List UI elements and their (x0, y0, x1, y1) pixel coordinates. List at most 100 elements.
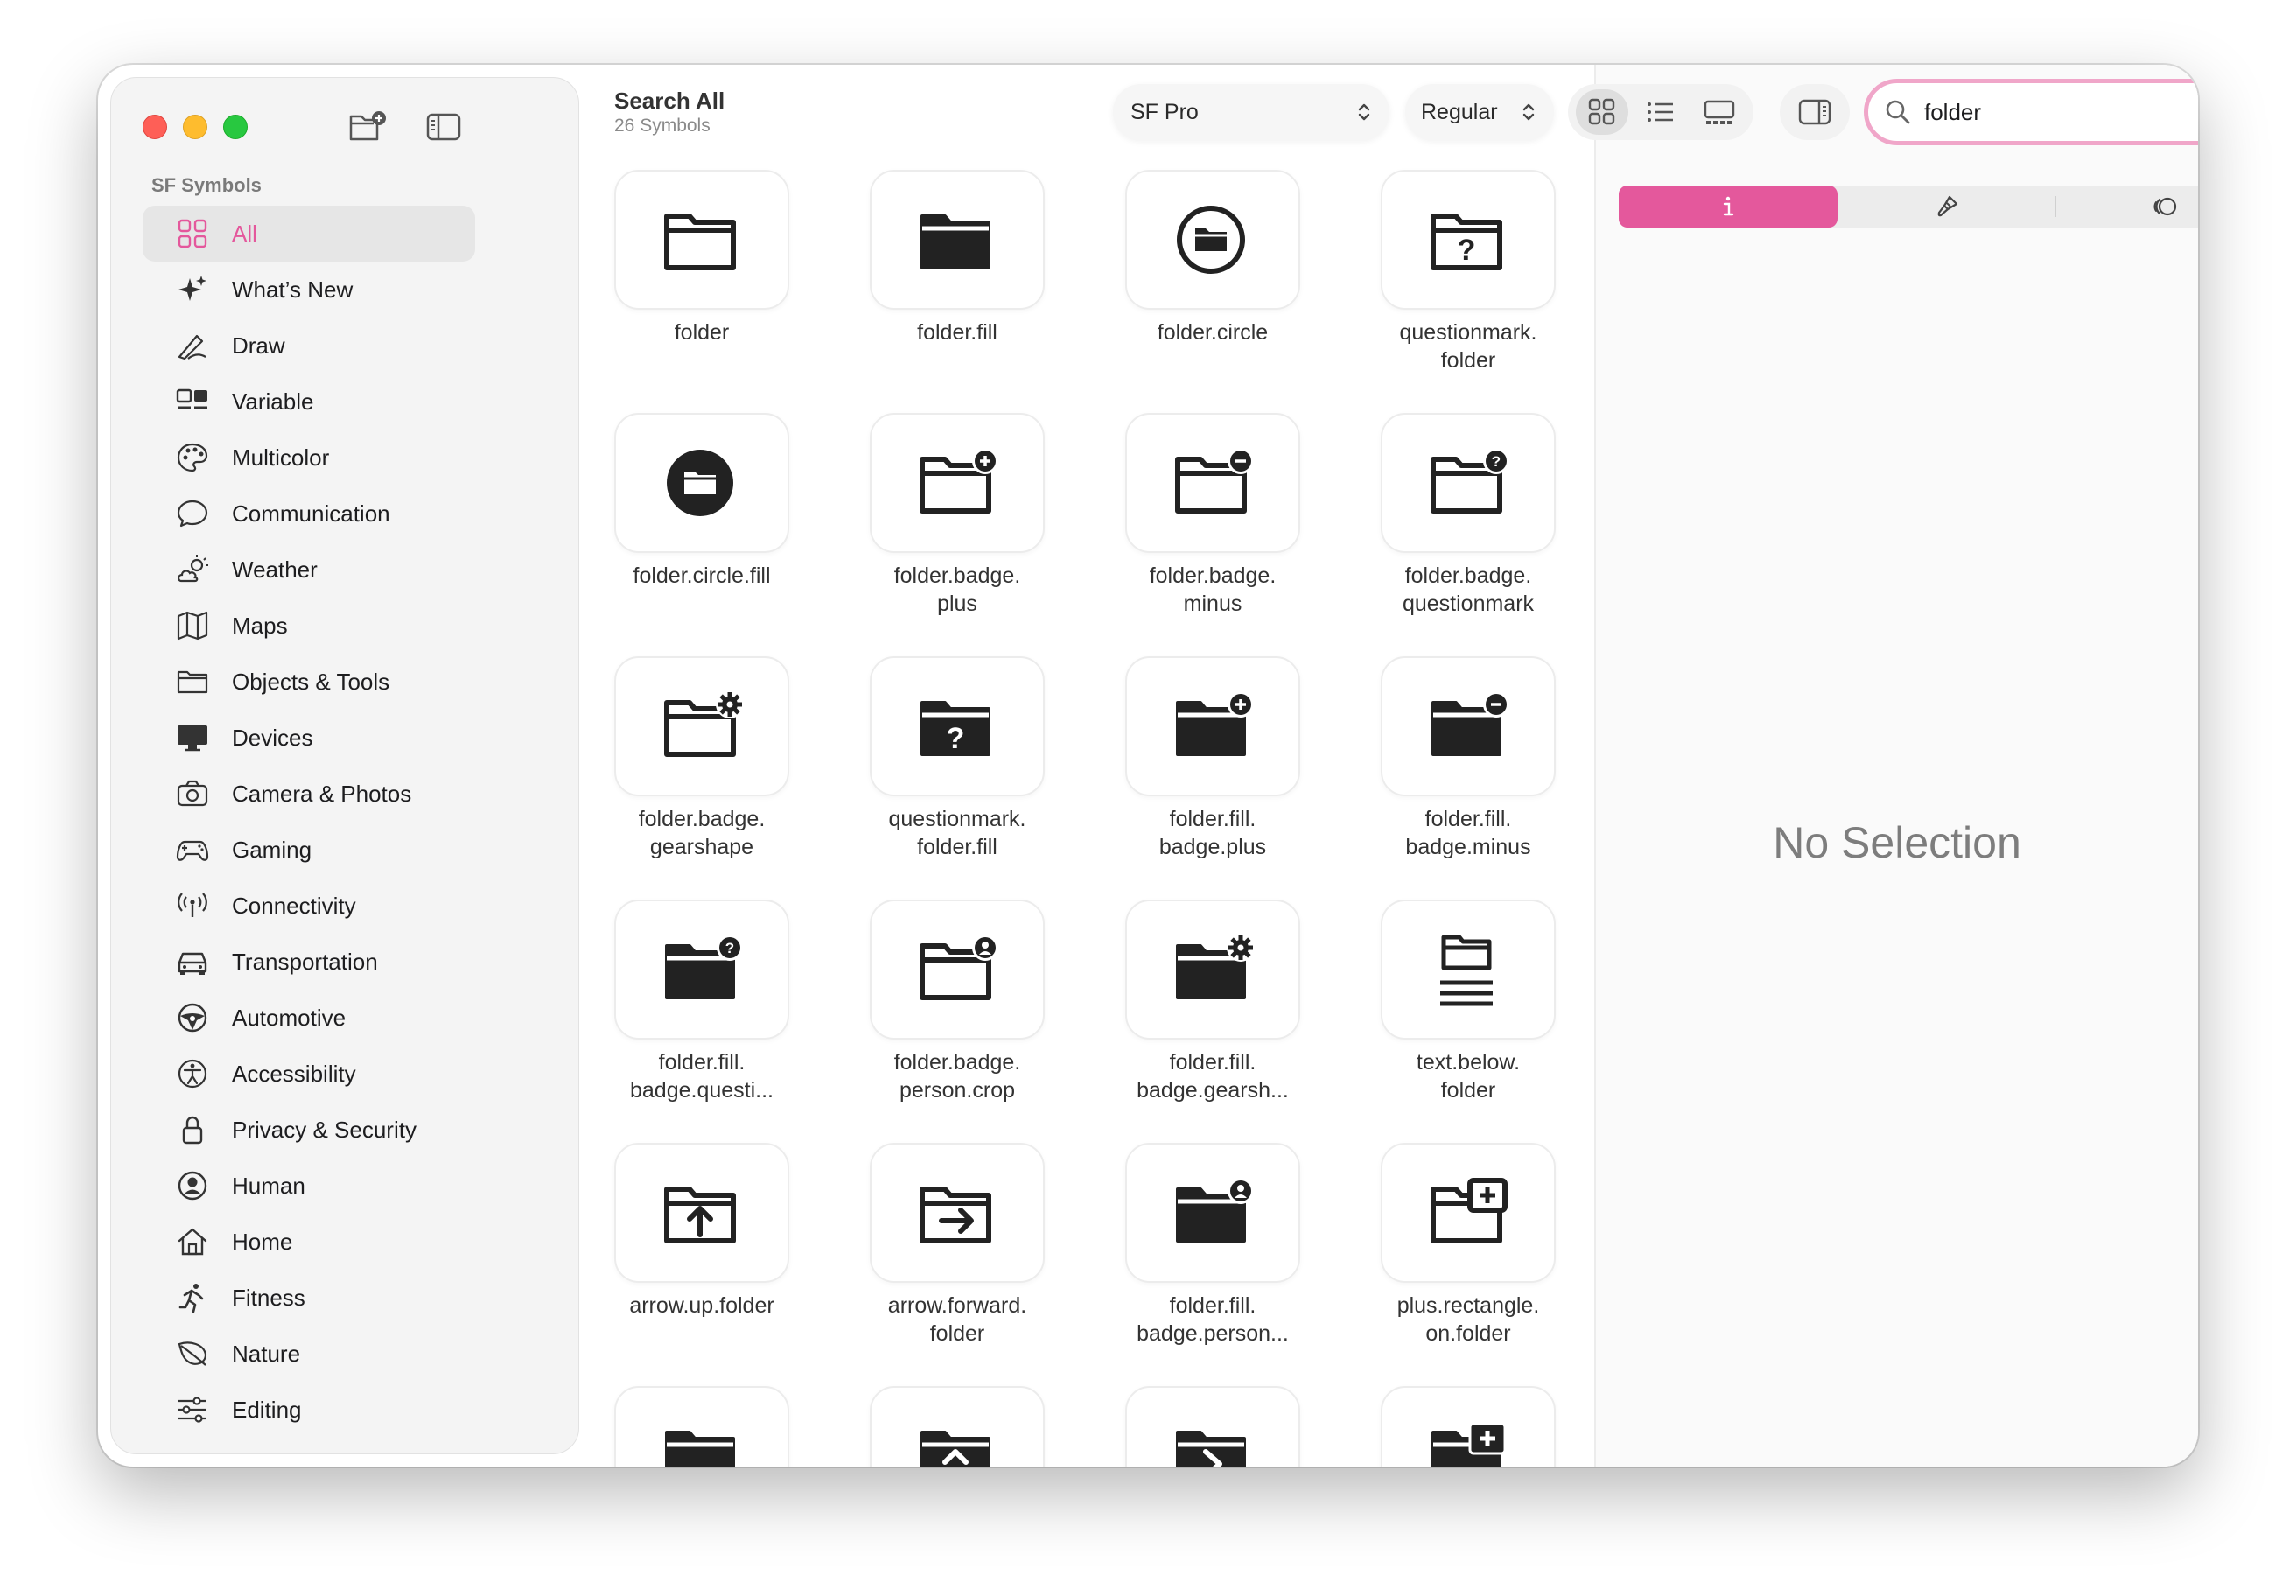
symbol-tile[interactable] (870, 170, 1045, 310)
search-input[interactable] (1924, 98, 2198, 126)
symbol-cell[interactable]: ? questionmark. folder.fill (870, 656, 1045, 861)
sidebar-item-human[interactable]: Human (143, 1158, 475, 1214)
symbol-cell[interactable]: folder.badge. minus (1125, 413, 1300, 618)
symbol-cell[interactable] (1381, 1386, 1556, 1466)
sidebar-item-devices[interactable]: Devices (143, 710, 475, 766)
sidebar-item-home[interactable]: Home (143, 1214, 475, 1270)
symbol-cell[interactable]: folder.badge. gearshape (614, 656, 789, 861)
symbol-cell[interactable]: ? folder.fill. badge.questi... (614, 900, 789, 1104)
symbol-tile[interactable]: ? (1381, 170, 1556, 310)
symbol-name: folder.badge. questionmark (1402, 564, 1535, 616)
symbol-cell[interactable]: folder.fill. badge.gearsh... (1125, 900, 1300, 1104)
symbol-name: folder.badge. gearshape (638, 807, 766, 859)
sidebar-item-nature[interactable]: Nature (143, 1326, 475, 1382)
chevron-up-down-icon (1358, 103, 1370, 121)
tab-variable[interactable] (2056, 186, 2198, 228)
sidebar-item-objects-tools[interactable]: Objects & Tools (143, 654, 475, 710)
symbol-cell[interactable]: folder (614, 170, 789, 346)
symbol-cell[interactable]: folder.badge. person.crop (870, 900, 1045, 1104)
questionmark-folder-fill-icon: ? (920, 701, 990, 756)
sidebar-item-what-s-new[interactable]: What’s New (143, 262, 475, 318)
new-collection-button[interactable] (347, 108, 389, 146)
symbol-cell[interactable]: folder.badge. plus (870, 413, 1045, 618)
close-window-button[interactable] (143, 115, 167, 139)
weight-select[interactable]: Regular (1405, 84, 1554, 140)
sidebar-item-all[interactable]: All (143, 206, 475, 262)
symbol-tile[interactable] (614, 1143, 789, 1283)
symbol-cell[interactable]: folder.fill. badge.plus (1125, 656, 1300, 861)
sidebar-item-draw[interactable]: Draw (143, 318, 475, 374)
symbol-cell[interactable]: ? questionmark. folder (1381, 170, 1556, 374)
symbol-cell[interactable]: ? folder.badge. questionmark (1381, 413, 1556, 618)
symbol-tile[interactable]: ? (1381, 413, 1556, 553)
sidebar-item-text-formatting[interactable]: Aa Text Formatting (143, 1438, 475, 1454)
zoom-window-button[interactable] (223, 115, 248, 139)
arrow-forward-folder-fill-icon (1176, 1431, 1246, 1466)
list-view-button[interactable] (1634, 89, 1687, 135)
toggle-sidebar-button[interactable] (423, 108, 465, 146)
symbol-tile[interactable] (1381, 1143, 1556, 1283)
search-field[interactable] (1864, 79, 2198, 145)
sidebar-item-weather[interactable]: Weather (143, 542, 475, 598)
symbol-cell[interactable]: text.below. folder (1381, 900, 1556, 1104)
grid-view-button[interactable] (1576, 89, 1629, 135)
sidebar-section-title: SF Symbols (151, 174, 262, 196)
symbol-tile[interactable] (614, 1386, 789, 1466)
tab-rendering[interactable] (1838, 186, 2056, 228)
symbol-cell[interactable] (870, 1386, 1045, 1466)
symbol-tile[interactable] (1125, 1386, 1300, 1466)
symbol-tile[interactable] (614, 170, 789, 310)
sidebar-item-maps[interactable]: Maps (143, 598, 475, 654)
sidebar-item-editing[interactable]: Editing (143, 1382, 475, 1438)
gallery-view-button[interactable] (1693, 89, 1746, 135)
symbol-tile[interactable] (1125, 900, 1300, 1040)
symbol-cell[interactable]: folder.fill (870, 170, 1045, 346)
symbol-tile[interactable] (870, 900, 1045, 1040)
sidebar-item-connectivity[interactable]: Connectivity (143, 878, 475, 934)
symbol-tile[interactable] (1125, 170, 1300, 310)
sidebar-item-privacy-security[interactable]: Privacy & Security (143, 1102, 475, 1158)
symbol-tile[interactable] (1125, 656, 1300, 796)
sidebar-item-camera-photos[interactable]: Camera & Photos (143, 766, 475, 822)
symbol-tile[interactable] (870, 1143, 1045, 1283)
symbol-cell[interactable]: arrow.forward. folder (870, 1143, 1045, 1348)
sidebar-item-automotive[interactable]: Automotive (143, 990, 475, 1046)
tab-info[interactable] (1619, 186, 1838, 228)
symbol-cell[interactable]: folder.circle.fill (614, 413, 789, 590)
sidebar-item-fitness[interactable]: Fitness (143, 1270, 475, 1326)
search-icon (1886, 100, 1910, 124)
sidebar-item-transportation[interactable]: Transportation (143, 934, 475, 990)
font-select[interactable]: SF Pro (1113, 84, 1390, 140)
symbol-cell[interactable]: folder.fill. badge.person... (1125, 1143, 1300, 1348)
symbol-cell[interactable]: arrow.up.folder (614, 1143, 789, 1320)
minimize-window-button[interactable] (183, 115, 207, 139)
symbol-tile[interactable] (614, 413, 789, 553)
symbol-cell[interactable]: plus.rectangle. on.folder (1381, 1143, 1556, 1348)
sidebar-item-label: Camera & Photos (232, 780, 412, 807)
sidebar-item-label: Communication (232, 500, 390, 527)
symbol-tile[interactable] (1125, 413, 1300, 553)
svg-text:?: ? (1458, 234, 1476, 267)
symbol-tile[interactable] (1381, 656, 1556, 796)
symbol-tile[interactable] (870, 1386, 1045, 1466)
symbol-cell[interactable] (614, 1386, 789, 1466)
list-icon (1647, 102, 1673, 122)
sidebar-item-gaming[interactable]: Gaming (143, 822, 475, 878)
sidebar-item-accessibility[interactable]: Accessibility (143, 1046, 475, 1102)
symbol-tile[interactable] (1381, 900, 1556, 1040)
sidebar-item-variable[interactable]: Variable (143, 374, 475, 430)
symbol-tile[interactable] (614, 656, 789, 796)
sidebar-item-label: Maps (232, 612, 288, 639)
symbol-tile[interactable] (1125, 1143, 1300, 1283)
symbol-cell[interactable]: folder.circle (1125, 170, 1300, 346)
symbol-name: folder.fill (917, 320, 998, 345)
symbol-tile[interactable] (870, 413, 1045, 553)
symbol-tile[interactable]: ? (614, 900, 789, 1040)
sidebar-item-multicolor[interactable]: Multicolor (143, 430, 475, 486)
symbol-cell[interactable]: folder.fill. badge.minus (1381, 656, 1556, 861)
symbol-cell[interactable] (1125, 1386, 1300, 1466)
symbol-tile[interactable] (1381, 1386, 1556, 1466)
toggle-inspector-button[interactable] (1780, 84, 1850, 140)
symbol-tile[interactable]: ? (870, 656, 1045, 796)
sidebar-item-communication[interactable]: Communication (143, 486, 475, 542)
